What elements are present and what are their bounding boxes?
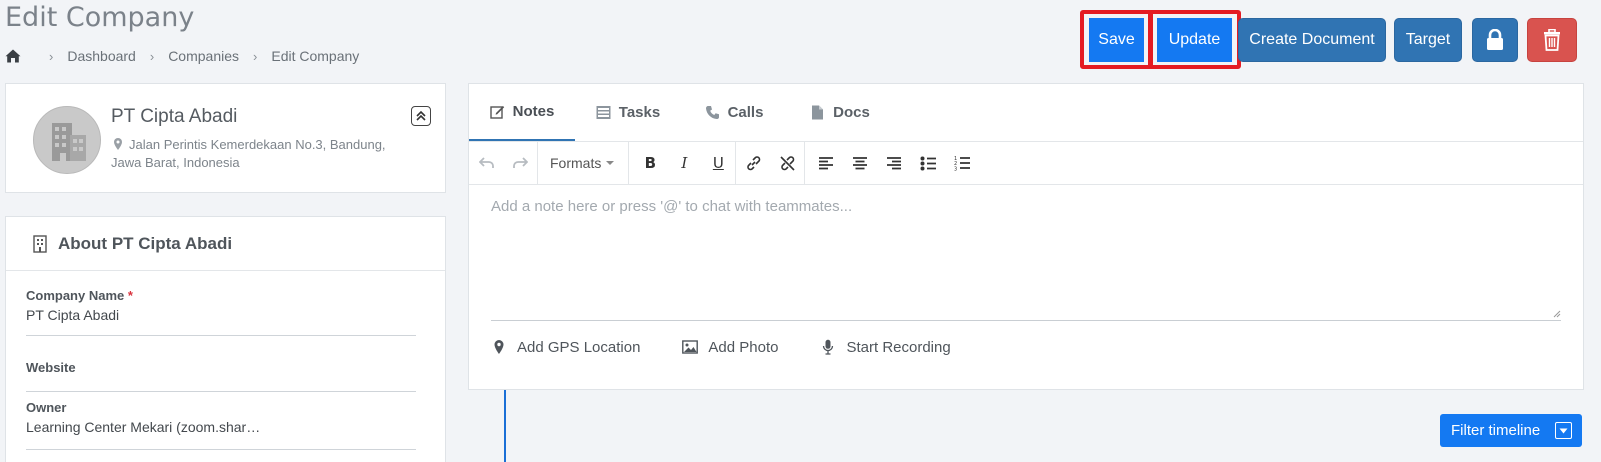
add-photo-button[interactable]: Add Photo xyxy=(682,339,778,356)
redo-button[interactable] xyxy=(503,142,537,184)
owner-field[interactable]: Owner Learning Center Mekari (zoom.shar… xyxy=(26,400,416,450)
align-right-icon xyxy=(887,157,902,170)
tab-tasks[interactable]: Tasks xyxy=(575,84,681,141)
numbered-list-button[interactable]: 123 xyxy=(945,142,979,184)
chevron-right-icon: › xyxy=(49,48,54,64)
microphone-icon xyxy=(823,339,834,355)
website-label: Website xyxy=(26,360,76,375)
align-center-icon xyxy=(853,157,868,170)
website-field[interactable]: Website xyxy=(26,360,416,392)
company-name-field[interactable]: Company Name * PT Cipta Abadi xyxy=(26,288,416,336)
italic-button[interactable]: I xyxy=(667,142,701,184)
website-input[interactable] xyxy=(26,379,416,385)
align-center-button[interactable] xyxy=(843,142,877,184)
edit-icon xyxy=(489,106,504,119)
underline-button[interactable]: U xyxy=(701,142,735,184)
redo-icon xyxy=(512,157,528,168)
image-icon xyxy=(682,340,699,354)
tab-calls[interactable]: Calls xyxy=(681,84,787,141)
bullet-list-icon xyxy=(920,156,936,170)
company-summary-card: PT Cipta Abadi Jalan Perintis Kemerdekaa… xyxy=(5,83,446,193)
building-icon xyxy=(33,234,47,253)
company-avatar xyxy=(33,106,101,174)
save-button[interactable]: Save xyxy=(1089,18,1144,62)
note-actions: Add GPS Location Add Photo Start Recordi… xyxy=(469,321,1583,373)
lock-icon xyxy=(1487,29,1503,50)
numbered-list-icon: 123 xyxy=(954,156,970,172)
breadcrumb-companies[interactable]: Companies xyxy=(168,48,239,64)
filter-timeline-button[interactable]: Filter timeline xyxy=(1440,414,1582,447)
delete-button[interactable] xyxy=(1527,18,1577,62)
phone-icon xyxy=(705,106,719,119)
breadcrumb-dashboard[interactable]: Dashboard xyxy=(67,48,136,64)
chevron-right-icon: › xyxy=(149,48,155,64)
unlink-icon xyxy=(780,155,795,171)
start-recording-button[interactable]: Start Recording xyxy=(820,339,951,356)
undo-button[interactable] xyxy=(469,142,503,184)
align-right-button[interactable] xyxy=(877,142,911,184)
update-button[interactable]: Update xyxy=(1157,18,1232,62)
owner-select[interactable]: Learning Center Mekari (zoom.shar… xyxy=(26,419,416,439)
tab-docs[interactable]: Docs xyxy=(787,84,893,141)
address-text: Jalan Perintis Kemerdekaan No.3, Bandung… xyxy=(111,137,386,170)
company-address: Jalan Perintis Kemerdekaan No.3, Bandung… xyxy=(111,136,411,172)
tab-notes[interactable]: Notes xyxy=(469,84,575,141)
dropdown-icon xyxy=(1555,422,1572,439)
link-button[interactable] xyxy=(736,142,770,184)
activity-tabs: Notes Tasks Calls Docs xyxy=(469,84,1583,142)
undo-icon xyxy=(478,157,494,168)
about-header: About PT Cipta Abadi xyxy=(6,217,445,271)
breadcrumb-current: Edit Company xyxy=(271,48,360,64)
caret-down-icon xyxy=(606,161,615,165)
owner-label: Owner xyxy=(26,400,67,415)
timeline-line xyxy=(504,390,506,462)
align-left-icon xyxy=(819,157,834,170)
about-title: About PT Cipta Abadi xyxy=(58,233,233,253)
breadcrumb: › Dashboard › Companies › Edit Company xyxy=(5,48,359,64)
building-icon xyxy=(52,123,86,161)
tasks-icon xyxy=(596,106,611,119)
editor-toolbar: Formats B I U 123 xyxy=(469,142,1583,185)
trash-icon xyxy=(1544,29,1560,51)
map-pin-icon xyxy=(494,340,504,354)
link-icon xyxy=(747,155,761,170)
lock-button[interactable] xyxy=(1472,18,1518,62)
resize-handle-icon[interactable] xyxy=(1553,310,1561,318)
chevron-double-up-icon xyxy=(416,110,426,121)
document-icon xyxy=(812,105,824,120)
map-pin-icon xyxy=(114,138,122,150)
chevron-right-icon: › xyxy=(253,48,258,64)
align-left-button[interactable] xyxy=(809,142,843,184)
bullet-list-button[interactable] xyxy=(911,142,945,184)
target-button[interactable]: Target xyxy=(1394,18,1462,62)
svg-text:3: 3 xyxy=(954,167,957,172)
create-document-button[interactable]: Create Document xyxy=(1238,18,1386,62)
note-placeholder: Add a note here or press '@' to chat wit… xyxy=(491,198,853,215)
unlink-button[interactable] xyxy=(770,142,804,184)
company-name-heading: PT Cipta Abadi xyxy=(111,106,238,127)
note-textarea[interactable]: Add a note here or press '@' to chat wit… xyxy=(491,185,1561,321)
add-gps-location-button[interactable]: Add GPS Location xyxy=(491,339,640,356)
page-title: Edit Company xyxy=(5,2,195,33)
formats-dropdown[interactable]: Formats xyxy=(538,142,630,184)
activity-editor-card: Notes Tasks Calls Docs Formats B I U 1 2… xyxy=(468,83,1584,390)
bold-button[interactable]: B xyxy=(633,142,667,184)
collapse-button[interactable] xyxy=(411,106,431,126)
home-icon[interactable] xyxy=(5,48,21,64)
company-name-input[interactable]: PT Cipta Abadi xyxy=(26,307,416,327)
company-name-label: Company Name * xyxy=(26,288,133,303)
